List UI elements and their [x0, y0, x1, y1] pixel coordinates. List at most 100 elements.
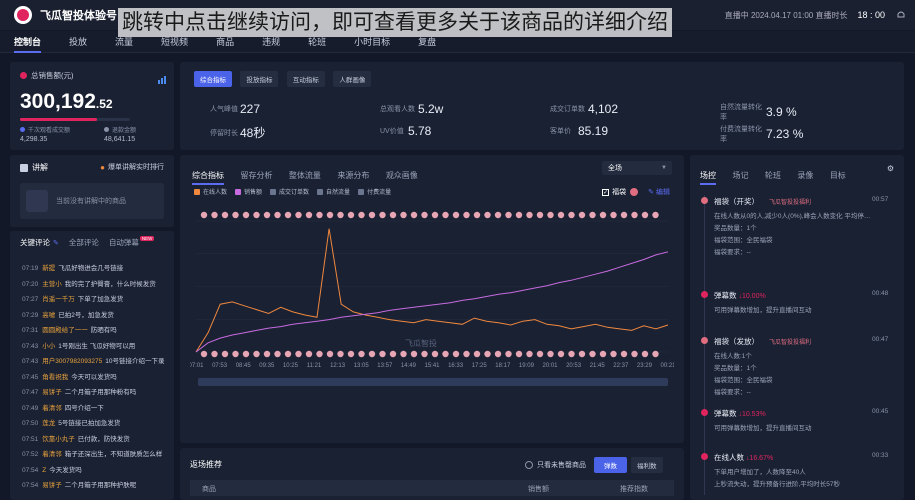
metric-tab-1[interactable]: 投放指标	[240, 71, 279, 87]
fudai-marker[interactable]	[347, 211, 355, 219]
scope-select[interactable]: 全场 ▼	[602, 161, 672, 175]
comment-row[interactable]: 07:43 小小 1号刚出生 飞瓜好物可以用	[22, 340, 135, 350]
comment-row[interactable]: 07:20 主营小 我的完了护臀膏，什么时候发货	[22, 278, 156, 288]
sort-button-2[interactable]: 福利数	[631, 457, 663, 473]
fudai-marker[interactable]	[557, 350, 565, 358]
line-chart[interactable]: 07:01 07:53 08:45 09:35 10:25 11:21 12:13 13:05…	[190, 207, 674, 392]
metric-tab-2[interactable]: 互动指标	[286, 71, 325, 87]
fudai-marker[interactable]	[232, 350, 239, 358]
fudai-marker[interactable]	[599, 350, 607, 358]
fudai-marker[interactable]	[326, 211, 334, 219]
edit-link[interactable]: 编辑	[656, 187, 670, 197]
fudai-marker[interactable]	[337, 211, 344, 219]
fudai-marker[interactable]	[421, 211, 428, 219]
fudai-marker[interactable]	[547, 350, 554, 358]
fudai-marker[interactable]	[652, 350, 659, 358]
fudai-marker[interactable]	[515, 211, 523, 219]
event-header[interactable]: 福袋（发放） 飞瓜智投投福利	[714, 336, 811, 347]
fudai-marker[interactable]	[442, 211, 449, 219]
fudai-marker[interactable]	[389, 211, 397, 219]
legend-natural[interactable]: 自然流量	[317, 187, 350, 196]
fudai-marker[interactable]	[379, 350, 386, 358]
fudai-marker[interactable]	[484, 211, 491, 219]
fudai-marker[interactable]	[452, 211, 460, 219]
fudai-marker[interactable]	[578, 350, 586, 358]
fudai-marker[interactable]	[274, 350, 281, 358]
fudai-marker[interactable]	[599, 211, 607, 219]
fudai-marker[interactable]	[410, 211, 418, 219]
event-header[interactable]: 在线人数 ↓16.67%	[714, 452, 773, 463]
event-tab-2[interactable]: 轮班	[765, 171, 781, 180]
comment-tab-0[interactable]: 关键评论	[20, 237, 50, 248]
metric-tab-3[interactable]: 人群画像	[333, 71, 372, 87]
fudai-marker[interactable]	[263, 350, 271, 358]
nav-tab-0[interactable]: 控制台	[14, 31, 42, 53]
timeline-scrollbar[interactable]	[198, 378, 668, 386]
chart-tab-1[interactable]: 留存分析	[240, 171, 272, 180]
fudai-marker[interactable]	[547, 211, 554, 219]
fudai-marker[interactable]	[484, 350, 491, 358]
fudai-marker[interactable]	[347, 350, 355, 358]
sort-button-1[interactable]: 弹数	[594, 457, 627, 473]
chart-tab-2[interactable]: 整体流量	[289, 171, 321, 180]
fudai-marker[interactable]	[221, 350, 229, 358]
redirect-banner[interactable]: 跳转中点击继续访问，即可查看更多关于该商品的详细介绍	[118, 8, 672, 37]
fudai-marker[interactable]	[295, 350, 302, 358]
event-tab-4[interactable]: 目标	[830, 171, 846, 180]
fudai-marker[interactable]	[578, 211, 586, 219]
chart-tab-3[interactable]: 来源分布	[337, 171, 369, 180]
fudai-marker[interactable]	[200, 211, 208, 219]
fudai-marker[interactable]	[631, 350, 638, 358]
fudai-marker[interactable]	[505, 350, 512, 358]
sold-out-radio[interactable]	[525, 461, 533, 469]
fudai-marker[interactable]	[305, 211, 313, 219]
fudai-marker[interactable]	[442, 350, 449, 358]
comment-row[interactable]: 07:52 着清邻 箱子还深出生，不知道肤质怎么样	[22, 448, 162, 458]
fudai-marker[interactable]	[515, 350, 523, 358]
fudai-marker[interactable]	[400, 350, 407, 358]
fudai-marker[interactable]	[610, 350, 617, 358]
comment-row[interactable]: 07:27 肖遥一千万 下单了加急发货	[22, 293, 123, 303]
event-header[interactable]: 福袋（开奖） 飞瓜智投投福利	[714, 196, 811, 207]
fudai-marker[interactable]	[452, 350, 460, 358]
chart-tab-0[interactable]: 综合指标	[192, 171, 224, 185]
fudai-marker[interactable]	[557, 211, 565, 219]
nav-tab-1[interactable]: 投放	[69, 31, 87, 53]
fudai-marker[interactable]	[253, 211, 260, 219]
fudai-marker[interactable]	[631, 211, 638, 219]
explain-rank-link[interactable]: 爆单讲解实时排行	[108, 162, 164, 172]
fudai-marker[interactable]	[200, 350, 208, 358]
fudai-marker[interactable]	[316, 350, 323, 358]
fudai-marker[interactable]	[316, 211, 323, 219]
legend-sales[interactable]: 销售额	[235, 187, 262, 196]
chart-tab-4[interactable]: 观众画像	[386, 171, 418, 180]
comment-row[interactable]: 07:43 用户3007982093275 10号链接介绍一下录	[22, 355, 165, 365]
fudai-marker[interactable]	[337, 350, 344, 358]
comment-tab-1[interactable]: 全部评论	[69, 237, 99, 248]
fudai-marker[interactable]	[536, 211, 544, 219]
fudai-marker[interactable]	[410, 350, 418, 358]
fudai-marker[interactable]	[610, 211, 617, 219]
legend-online[interactable]: 在线人数	[194, 187, 227, 196]
fudai-marker[interactable]	[589, 350, 596, 358]
fudai-marker[interactable]	[536, 350, 544, 358]
fudai-marker[interactable]	[620, 350, 628, 358]
fudai-marker[interactable]	[211, 350, 218, 358]
comment-tab-2[interactable]: 自动弹幕	[109, 237, 139, 248]
fudai-marker[interactable]	[295, 211, 302, 219]
metric-tab-0[interactable]: 综合指标	[194, 71, 232, 87]
fudai-marker[interactable]	[620, 211, 628, 219]
fudai-marker[interactable]	[463, 350, 470, 358]
fudai-marker[interactable]	[211, 211, 218, 219]
legend-orders[interactable]: 成交订单数	[270, 187, 309, 196]
fudai-marker[interactable]	[652, 211, 659, 219]
edit-icon[interactable]: ✎	[53, 239, 59, 247]
fudai-marker[interactable]	[431, 211, 439, 219]
fudai-marker[interactable]	[473, 211, 481, 219]
fudai-marker[interactable]	[494, 350, 502, 358]
event-header[interactable]: 弹幕数 ↓10.53%	[714, 408, 766, 419]
comment-row[interactable]: 07:47 易饼子 二个月箱子用那种粉有吗	[22, 386, 136, 396]
fudai-marker[interactable]	[284, 350, 292, 358]
fudai-marker[interactable]	[641, 211, 649, 219]
comment-row[interactable]: 07:45 角看祝我 今天可以发货吗	[22, 371, 117, 381]
